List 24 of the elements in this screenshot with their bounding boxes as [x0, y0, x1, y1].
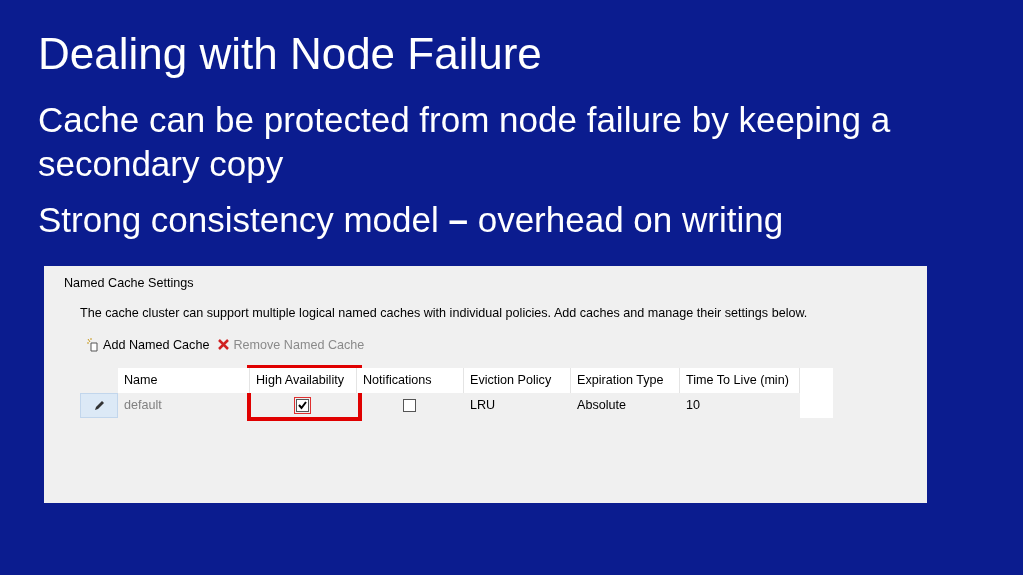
table-cell-text: LRU	[469, 397, 497, 415]
delete-x-icon	[217, 338, 231, 352]
column-header: Expiration Type	[571, 367, 680, 393]
column-header: Time To Live (min)	[680, 367, 800, 393]
table-cell-text: default	[123, 397, 163, 415]
bullet-text: Cache can be protected from node failure by keeping a secondary copy	[38, 99, 892, 186]
panel-title: Named Cache Settings	[64, 275, 194, 290]
checkbox[interactable]	[296, 398, 309, 412]
table-cell-text: Absolute	[576, 397, 627, 415]
add-cache-button[interactable]: Add Named Cache	[86, 337, 210, 352]
row-edit-cell[interactable]	[80, 392, 118, 418]
table-cell-text: 10	[685, 397, 701, 415]
header-filler	[800, 367, 833, 393]
slide-title: Dealing with Node Failure	[38, 30, 542, 79]
pencil-icon	[93, 399, 105, 411]
column-header: High Availability	[250, 367, 357, 393]
column-header: Name	[118, 367, 250, 393]
column-header: Eviction Policy	[464, 367, 571, 393]
checkbox[interactable]	[403, 398, 416, 412]
empty-cell	[800, 392, 833, 418]
new-item-icon	[86, 337, 100, 352]
panel-description: The cache cluster can support multiple logical named caches with individual policies. Add caches and manage their settings below.	[80, 305, 809, 320]
column-header: Notifications	[357, 367, 464, 393]
bullet-text: Strong consistency model – overhead on writing	[38, 198, 785, 241]
